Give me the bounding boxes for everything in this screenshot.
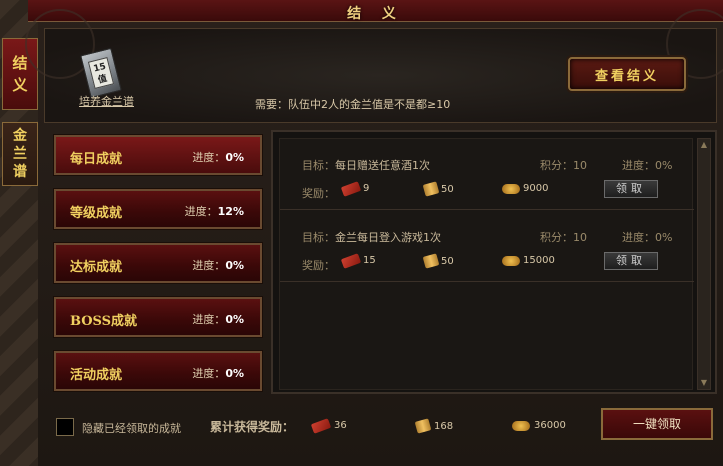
task-goal: 目标：每日赠送任意酒1次	[302, 157, 430, 173]
tab-jinlanpu[interactable]: 金 兰 谱	[2, 122, 38, 186]
title-bar: 结 义	[28, 0, 723, 22]
achievement-window: 结 义 结 义 金 兰 谱 15值 培养金兰谱 需要：队伍中2人的金兰值是不是都…	[0, 0, 723, 466]
progress-label: 进度：	[622, 159, 655, 172]
category-progress: 进度：0%	[192, 149, 244, 165]
lure-icon	[340, 180, 362, 197]
progress-value: 0%	[225, 367, 244, 380]
claim-button[interactable]: 领取	[604, 180, 658, 198]
divider	[280, 209, 694, 210]
goal-label: 目标：	[302, 159, 335, 172]
gold-ingot-icon	[502, 183, 520, 194]
book-badge: 15值	[87, 56, 115, 90]
tab-jieyi-label: 结 义	[12, 54, 28, 94]
progress-value: 12%	[217, 205, 244, 218]
goal-label: 目标：	[302, 231, 335, 244]
category-progress: 进度：0%	[192, 365, 244, 381]
scroll-icon	[422, 181, 440, 197]
hide-claimed-checkbox[interactable]	[56, 418, 74, 436]
footer-bar: 隐藏已经领取的成就 累计获得奖励： 36 168 36000	[54, 416, 614, 440]
reward-value: 50	[441, 255, 454, 267]
reward-value: 50	[441, 183, 454, 195]
task-list-panel: 目标：每日赠送任意酒1次 积分：10 进度：0% 奖励： 9 50 9000 领…	[271, 130, 717, 394]
hide-claimed-label: 隐藏已经领取的成就	[82, 422, 181, 435]
scroll-down-icon[interactable]: ▼	[699, 378, 709, 388]
reward-label: 奖励：	[302, 187, 335, 200]
lure-icon	[310, 417, 332, 434]
category-progress: 进度：12%	[185, 203, 244, 219]
reward-gold: 9000	[502, 183, 548, 194]
score-value: 10	[573, 231, 587, 244]
task-list: 目标：每日赠送任意酒1次 积分：10 进度：0% 奖励： 9 50 9000 领…	[279, 138, 694, 390]
category-name: BOSS成就	[70, 314, 138, 329]
total-value: 168	[434, 420, 454, 432]
reward-value: 15	[363, 255, 376, 266]
header-panel: 15值 培养金兰谱 需要：队伍中2人的金兰值是不是都≥10 查看结义	[25, 9, 723, 123]
task-score: 积分：10	[540, 229, 587, 245]
scroll-icon	[422, 253, 440, 269]
reward-gold: 15000	[502, 255, 555, 266]
scroll-icon	[414, 418, 432, 434]
total-value: 36000	[534, 420, 566, 431]
reward-lure: 9	[340, 180, 370, 197]
category-progress: 进度：0%	[192, 257, 244, 273]
score-value: 10	[573, 159, 587, 172]
goal-text: 每日赠送任意酒1次	[335, 159, 430, 172]
total-scroll: 168	[414, 418, 454, 434]
task-goal: 目标：金兰每日登入游戏1次	[302, 229, 441, 245]
total-rewards-label: 累计获得奖励：	[210, 420, 295, 434]
claim-all-button[interactable]: 一键领取	[601, 408, 713, 440]
total-lure: 36	[310, 417, 347, 434]
scrollbar[interactable]: ▲ ▼	[697, 138, 711, 390]
progress-label: 进度：	[184, 205, 218, 218]
category-daily[interactable]: 每日成就 进度：0%	[54, 135, 262, 175]
progress-value: 0%	[225, 259, 244, 272]
goal-text: 金兰每日登入游戏1次	[335, 231, 441, 244]
category-name: 活动成就	[70, 368, 123, 383]
category-event[interactable]: 活动成就 进度：0%	[54, 351, 262, 391]
progress-value: 0%	[225, 151, 244, 164]
progress-label: 进度：	[192, 151, 226, 164]
progress-label: 进度：	[192, 367, 226, 380]
book-label[interactable]: 培养金兰谱	[79, 93, 134, 109]
gold-ingot-icon	[502, 255, 520, 266]
reward-value: 15000	[523, 255, 555, 266]
window-title: 结 义	[347, 6, 404, 22]
category-level[interactable]: 等级成就 进度：12%	[54, 189, 262, 229]
requirement-text: 需要：队伍中2人的金兰值是不是都≥10	[255, 98, 451, 111]
reward-lure: 15	[340, 252, 376, 269]
progress-value: 0%	[655, 231, 673, 244]
jinlanpu-book-icon[interactable]: 15值	[80, 47, 122, 99]
reward-label: 奖励：	[302, 259, 335, 272]
view-jieyi-button[interactable]: 查看结义	[568, 57, 686, 91]
reward-value: 9000	[523, 183, 549, 194]
progress-label: 进度：	[192, 313, 226, 326]
tab-jinlanpu-label: 金 兰 谱	[13, 128, 27, 180]
progress-label: 进度：	[192, 259, 226, 272]
category-name: 达标成就	[70, 260, 123, 275]
reward-scroll: 50	[422, 253, 454, 269]
score-label: 积分：	[540, 159, 573, 172]
claim-button[interactable]: 领取	[604, 252, 658, 270]
category-name: 每日成就	[70, 152, 123, 167]
progress-value: 0%	[655, 159, 673, 172]
category-boss[interactable]: BOSS成就 进度：0%	[54, 297, 262, 337]
score-label: 积分：	[540, 231, 573, 244]
progress-value: 0%	[225, 313, 244, 326]
task-progress: 进度：0%	[622, 229, 672, 245]
divider	[280, 281, 694, 282]
task-score: 积分：10	[540, 157, 587, 173]
category-progress: 进度：0%	[192, 311, 244, 327]
scroll-up-icon[interactable]: ▲	[699, 140, 709, 150]
gold-ingot-icon	[512, 420, 530, 431]
task-progress: 进度：0%	[622, 157, 672, 173]
total-value: 36	[334, 420, 347, 431]
reward-value: 9	[363, 183, 370, 194]
category-name: 等级成就	[70, 206, 123, 221]
category-target[interactable]: 达标成就 进度：0%	[54, 243, 262, 283]
progress-label: 进度：	[622, 231, 655, 244]
reward-scroll: 50	[422, 181, 454, 197]
total-gold: 36000	[512, 420, 566, 431]
lure-icon	[340, 252, 362, 269]
